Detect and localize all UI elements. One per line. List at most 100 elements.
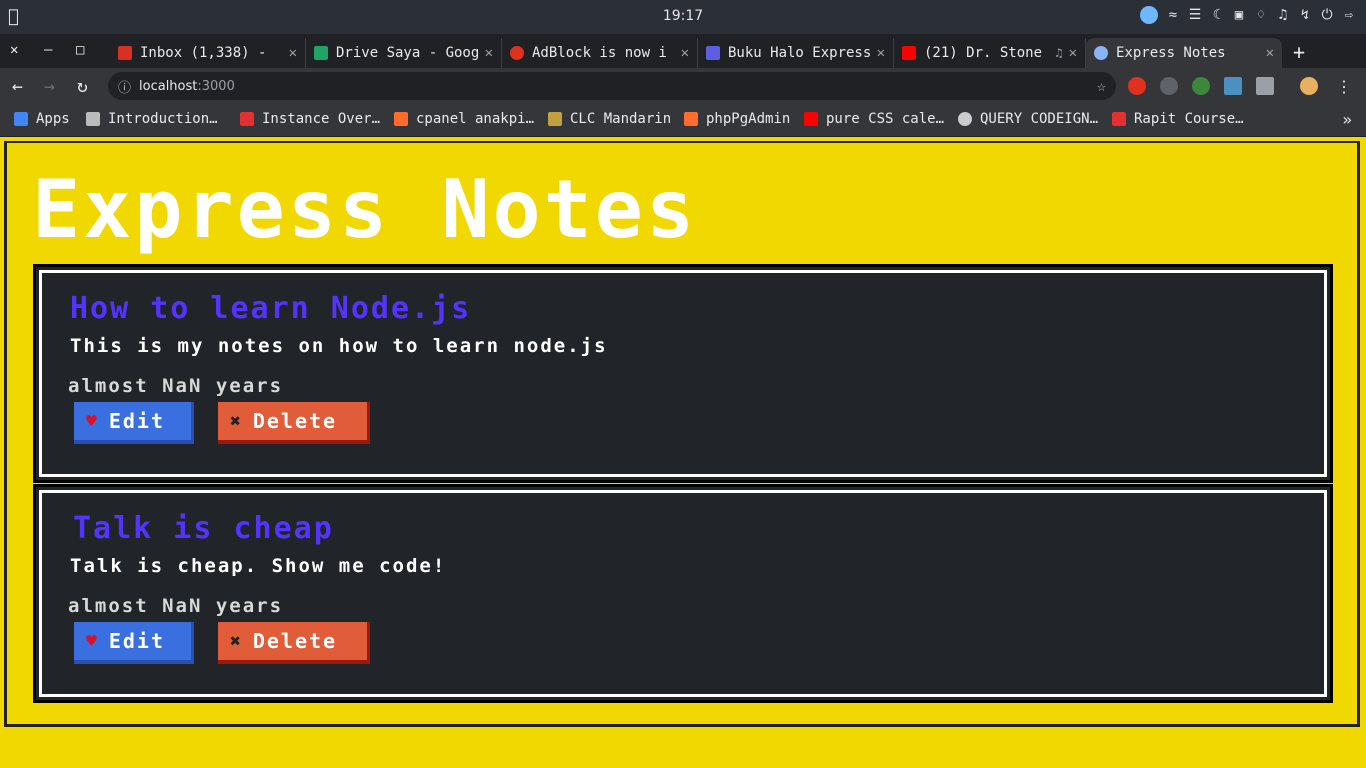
- notification-icon[interactable]: ♢: [1254, 7, 1268, 23]
- globe-icon: [1094, 46, 1108, 60]
- tab-youtube[interactable]: (21) Dr. Stone ♫ ✕: [894, 38, 1086, 68]
- docs-icon: [706, 46, 720, 60]
- logout-icon[interactable]: ⇨: [1342, 7, 1356, 23]
- note-title[interactable]: Talk is cheap: [73, 511, 334, 546]
- delete-button[interactable]: ✖ Delete: [218, 402, 370, 444]
- reload-icon[interactable]: ↻: [77, 76, 88, 97]
- tab-title: AdBlock is now i: [532, 45, 667, 61]
- adblock-extension-icon[interactable]: [1128, 77, 1146, 95]
- adblock-icon: [510, 46, 524, 60]
- extension-icon[interactable]: [1160, 77, 1178, 95]
- edit-button[interactable]: ♥ Edit: [74, 622, 194, 664]
- info-icon[interactable]: ⓘ: [118, 77, 131, 96]
- youtube-icon: [804, 112, 818, 126]
- close-icon: ✖: [230, 630, 243, 652]
- bookmark-label: Apps: [36, 111, 70, 127]
- bookmark-cpanel[interactable]: cpanel anakpi…: [394, 111, 534, 127]
- bookmark-clc[interactable]: CLC Mandarin: [548, 111, 671, 127]
- delete-label: Delete: [252, 409, 338, 433]
- url-port: :3000: [197, 78, 235, 94]
- bookmark-introduction[interactable]: Introduction…: [86, 111, 218, 127]
- pdf-icon: [1112, 112, 1126, 126]
- clc-icon: [548, 112, 562, 126]
- bookmark-instance[interactable]: Instance Over…: [240, 111, 380, 127]
- delete-label: Delete: [252, 629, 338, 653]
- tab-title: (21) Dr. Stone: [924, 45, 1043, 61]
- tab-title: Buku Halo Express: [728, 45, 871, 61]
- bookmark-label: Rapit Course…: [1134, 111, 1244, 127]
- bookmark-label: phpPgAdmin: [706, 111, 791, 127]
- tab-adblock[interactable]: AdBlock is now i ✕: [502, 38, 698, 68]
- bookmark-icon: [86, 112, 100, 126]
- forward-icon[interactable]: →: [44, 76, 55, 97]
- volume-icon[interactable]: ♫: [1276, 7, 1290, 23]
- tab-strip: ✕ — □ Inbox (1,338) - ✕ Drive Saya - Goo…: [0, 34, 1366, 68]
- note-card: How to learn Node.js This is my notes on…: [33, 264, 1333, 483]
- delete-button[interactable]: ✖ Delete: [218, 622, 370, 664]
- power-icon[interactable]: ⏻: [1320, 7, 1334, 23]
- note-card: Talk is cheap Talk is cheap. Show me cod…: [33, 484, 1333, 703]
- note-timestamp: almost NaN years: [68, 595, 284, 617]
- tab-inbox[interactable]: Inbox (1,338) - ✕: [110, 38, 306, 68]
- extensions: ⋮: [1128, 77, 1352, 96]
- page-title: Express Notes: [32, 163, 698, 256]
- close-tab-icon[interactable]: ✕: [877, 45, 885, 61]
- bookmark-query[interactable]: QUERY CODEIGN…: [958, 111, 1098, 127]
- page-content: Express Notes How to learn Node.js This …: [0, 137, 1366, 768]
- edit-label: Edit: [108, 629, 166, 653]
- bluetooth-icon[interactable]: ↯: [1298, 7, 1312, 23]
- system-tray: ≈ ☰ ☾ ▣ ♢ ♫ ↯ ⏻ ⇨: [1140, 6, 1356, 24]
- night-mode-icon[interactable]: ☾: [1210, 7, 1224, 23]
- close-tab-icon[interactable]: ✕: [681, 45, 689, 61]
- close-tab-icon[interactable]: ✕: [289, 45, 297, 61]
- cpanel-icon: [394, 112, 408, 126]
- folder-icon[interactable]: ▣: [1232, 7, 1246, 23]
- edit-button[interactable]: ♥ Edit: [74, 402, 194, 444]
- close-icon: ✖: [230, 410, 243, 432]
- minimize-window-icon[interactable]: —: [44, 42, 52, 58]
- close-tab-icon[interactable]: ✕: [1266, 45, 1274, 61]
- more-menu-icon[interactable]: ⋮: [1336, 77, 1352, 96]
- node-extension-icon[interactable]: [1192, 77, 1210, 95]
- browser-toolbar: ← → ↻ ⓘ localhost :3000 ☆ ⋮: [0, 68, 1366, 104]
- oracle-icon: [240, 112, 254, 126]
- cpanel-icon: [684, 112, 698, 126]
- bookmark-label: QUERY CODEIGN…: [980, 111, 1099, 127]
- close-window-icon[interactable]: ✕: [10, 42, 18, 58]
- bookmark-label: cpanel anakpi…: [416, 111, 535, 127]
- apps-grid-icon: [14, 112, 28, 126]
- chevron-right-icon[interactable]: »: [1342, 110, 1352, 129]
- youtube-icon: [902, 46, 916, 60]
- note-body: Talk is cheap. Show me code!: [70, 555, 447, 577]
- maximize-window-icon[interactable]: □: [76, 42, 84, 58]
- address-bar[interactable]: ⓘ localhost :3000 ☆: [108, 72, 1116, 100]
- browser-indicator-icon[interactable]: [1140, 6, 1158, 24]
- close-tab-icon[interactable]: ✕: [1069, 45, 1077, 61]
- tab-title: Drive Saya - Goog: [336, 45, 479, 61]
- bookmarks-bar: Apps Introduction… Instance Over… cpanel…: [0, 104, 1366, 137]
- wifi-icon[interactable]: ≈: [1166, 7, 1180, 23]
- bookmark-rapit[interactable]: Rapit Course…: [1112, 111, 1244, 127]
- bookmark-phppgadmin[interactable]: phpPgAdmin: [684, 111, 790, 127]
- bookmark-pure-css[interactable]: pure CSS cale…: [804, 111, 944, 127]
- tab-title: Express Notes: [1116, 45, 1226, 61]
- print-extension-icon[interactable]: [1256, 77, 1274, 95]
- speaker-icon[interactable]: ♫: [1055, 46, 1062, 60]
- back-icon[interactable]: ←: [12, 76, 23, 97]
- tab-buku[interactable]: Buku Halo Express ✕: [698, 38, 894, 68]
- menu-icon[interactable]: ☰: [1188, 7, 1202, 23]
- bookmark-star-icon[interactable]: ☆: [1097, 77, 1106, 95]
- drive-icon: [314, 46, 328, 60]
- close-tab-icon[interactable]: ✕: [485, 45, 493, 61]
- screen-extension-icon[interactable]: [1224, 77, 1242, 95]
- tab-drive[interactable]: Drive Saya - Goog ✕: [306, 38, 502, 68]
- profile-avatar[interactable]: [1300, 77, 1318, 95]
- heart-icon: ♥: [86, 410, 99, 432]
- note-title[interactable]: How to learn Node.js: [70, 291, 471, 326]
- os-menu-bar:  19:17 ≈ ☰ ☾ ▣ ♢ ♫ ↯ ⏻ ⇨: [0, 0, 1366, 34]
- bookmark-apps[interactable]: Apps: [14, 111, 70, 127]
- new-tab-icon[interactable]: +: [1293, 40, 1305, 64]
- gmail-icon: [118, 46, 132, 60]
- tab-express-notes[interactable]: Express Notes ✕: [1086, 38, 1282, 68]
- bookmark-label: pure CSS cale…: [826, 111, 945, 127]
